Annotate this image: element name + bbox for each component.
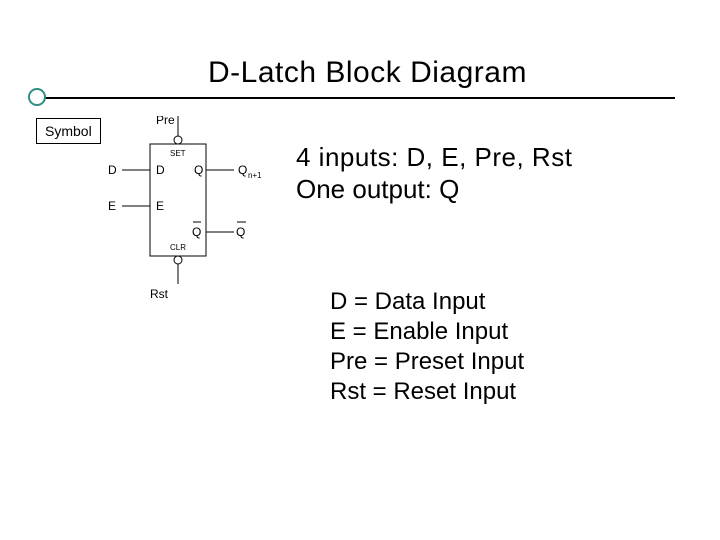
definition-rst: Rst = Reset Input (330, 378, 516, 406)
symbol-label: Symbol (36, 118, 101, 144)
definition-pre: Pre = Preset Input (330, 348, 524, 376)
set-label: SET (170, 149, 186, 158)
pin-qbar-outer-label: Q (236, 225, 245, 239)
d-latch-schematic: Pre D D E E SET CLR Q Q n+1 Q Q Rst (106, 116, 276, 306)
summary-inputs: 4 inputs: D, E, Pre, Rst (296, 142, 572, 173)
slide-title: D-Latch Block Diagram (208, 56, 527, 90)
title-underline (35, 97, 675, 99)
pin-d-outer-label: D (108, 163, 117, 177)
pin-e-inner-label: E (156, 199, 164, 213)
clr-label: CLR (170, 243, 186, 252)
pin-q-inner-label: Q (194, 163, 203, 177)
definition-d: D = Data Input (330, 288, 485, 316)
pin-rst-label: Rst (150, 287, 169, 301)
pin-d-inner-label: D (156, 163, 165, 177)
pin-qbar-inner-label: Q (192, 225, 201, 239)
definition-e: E = Enable Input (330, 318, 508, 346)
pin-pre-label: Pre (156, 116, 175, 127)
summary-output: One output: Q (296, 174, 459, 205)
pin-q-outer-label: Q (238, 163, 247, 177)
title-bullet-icon (28, 88, 46, 106)
pin-e-outer-label: E (108, 199, 116, 213)
pin-q-sub-label: n+1 (248, 171, 262, 180)
